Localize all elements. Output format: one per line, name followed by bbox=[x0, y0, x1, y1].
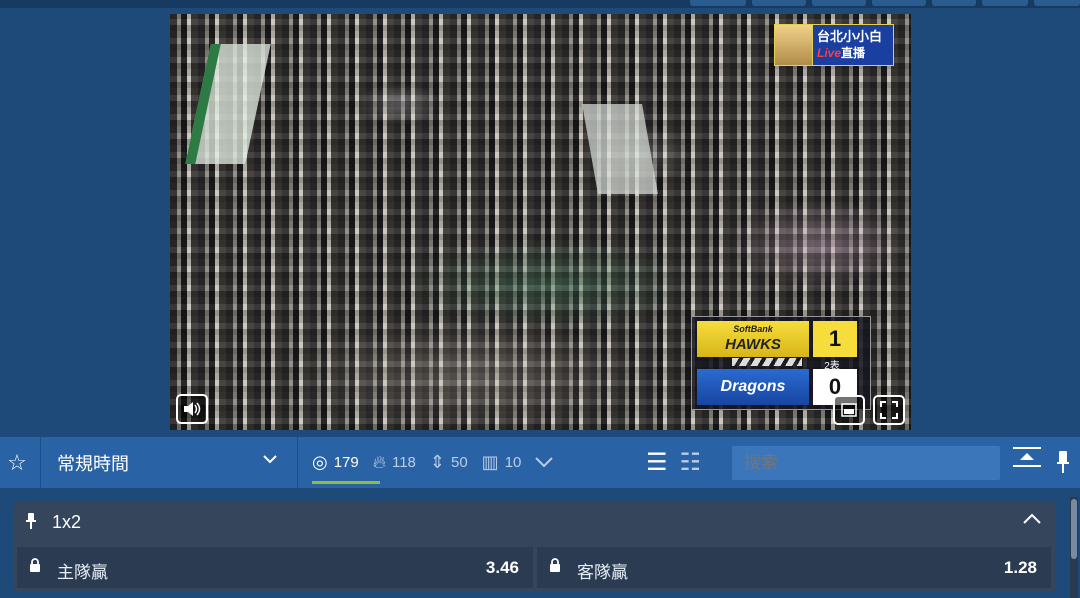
picture-in-picture-icon[interactable] bbox=[833, 395, 865, 425]
pin-icon[interactable] bbox=[1056, 450, 1070, 480]
outcome-label: 客隊贏 bbox=[577, 563, 628, 582]
search-input[interactable] bbox=[732, 446, 1000, 480]
market-filter-group: ◎ 179 🔥︎ 118 ⇕ 50 ▥ 10 bbox=[312, 437, 612, 488]
period-dropdown[interactable]: 常規時間 bbox=[40, 437, 298, 488]
filter-stats[interactable]: ▥ 10 bbox=[482, 452, 522, 473]
grid-view-icon[interactable]: ☷ bbox=[680, 448, 702, 477]
outcome-home-win[interactable]: 主隊贏 3.46 bbox=[17, 547, 533, 588]
outcome-odds: 1.28 bbox=[1003, 558, 1037, 577]
top-tab[interactable] bbox=[812, 0, 866, 6]
speaker-icon[interactable] bbox=[176, 394, 208, 424]
sort-icon: ⇕ bbox=[429, 452, 445, 472]
lock-icon bbox=[549, 558, 561, 576]
filter-count: 179 bbox=[333, 454, 359, 471]
fullscreen-icon[interactable] bbox=[873, 395, 905, 425]
market-header[interactable]: 1x2 bbox=[14, 502, 1055, 544]
fire-icon: 🔥︎ bbox=[372, 452, 386, 472]
filter-sort[interactable]: ⇕ 50 bbox=[430, 452, 468, 473]
filter-count: 118 bbox=[391, 454, 416, 471]
list-view-icon[interactable]: ☰ bbox=[646, 448, 668, 477]
channel-name: 台北小小白 bbox=[817, 29, 883, 44]
view-toggle: ☰ ☷ bbox=[646, 437, 726, 488]
outcome-label: 主隊贏 bbox=[57, 563, 108, 582]
period-label: 常規時間 bbox=[57, 453, 129, 474]
home-team-name: SoftBank HAWKS bbox=[697, 321, 809, 357]
top-strip bbox=[0, 0, 1080, 8]
outcome-odds: 3.46 bbox=[485, 558, 519, 577]
more-filters-button[interactable] bbox=[535, 452, 559, 473]
home-score: 1 bbox=[813, 321, 857, 357]
live-suffix: 直播 bbox=[841, 46, 866, 60]
bars-icon: ▥ bbox=[481, 452, 499, 472]
scrollbar[interactable] bbox=[1070, 497, 1078, 598]
away-team-name: Dragons bbox=[697, 369, 809, 405]
top-tab[interactable] bbox=[690, 0, 746, 6]
channel-logo: 台北小小白 Live直播 bbox=[774, 24, 894, 66]
top-tab[interactable] bbox=[982, 0, 1028, 6]
filter-count: 50 bbox=[450, 454, 468, 471]
base-indicator bbox=[732, 358, 802, 366]
scrollbar-thumb[interactable] bbox=[1071, 499, 1077, 559]
lock-icon bbox=[29, 558, 41, 576]
live-label: Live bbox=[817, 46, 842, 60]
filter-count: 10 bbox=[504, 454, 522, 471]
star-icon[interactable]: ☆ bbox=[0, 437, 34, 488]
market-name: 1x2 bbox=[52, 512, 82, 532]
top-tab[interactable] bbox=[1034, 0, 1080, 6]
filter-popular[interactable]: 🔥︎ 118 bbox=[373, 452, 416, 473]
active-filter-underline bbox=[312, 481, 380, 484]
top-tab[interactable] bbox=[932, 0, 976, 6]
channel-avatar bbox=[775, 25, 813, 65]
filter-all[interactable]: ◎ 179 bbox=[312, 452, 359, 473]
collapse-all-icon[interactable] bbox=[1012, 446, 1042, 474]
target-icon: ◎ bbox=[312, 452, 328, 472]
market-panel: 1x2 主隊贏 3.46 客隊贏 1.28 bbox=[14, 502, 1055, 592]
outcome-away-win[interactable]: 客隊贏 1.28 bbox=[537, 547, 1051, 588]
live-video-player[interactable]: 台北小小白 Live直播 SoftBank HAWKS 1 2表 Dragons … bbox=[170, 14, 911, 430]
chevron-up-icon[interactable] bbox=[1023, 512, 1041, 530]
chevron-down-icon bbox=[535, 452, 554, 473]
top-tab[interactable] bbox=[872, 0, 926, 6]
top-tab[interactable] bbox=[752, 0, 806, 6]
pin-icon[interactable] bbox=[26, 512, 36, 535]
chevron-down-icon bbox=[263, 451, 277, 469]
